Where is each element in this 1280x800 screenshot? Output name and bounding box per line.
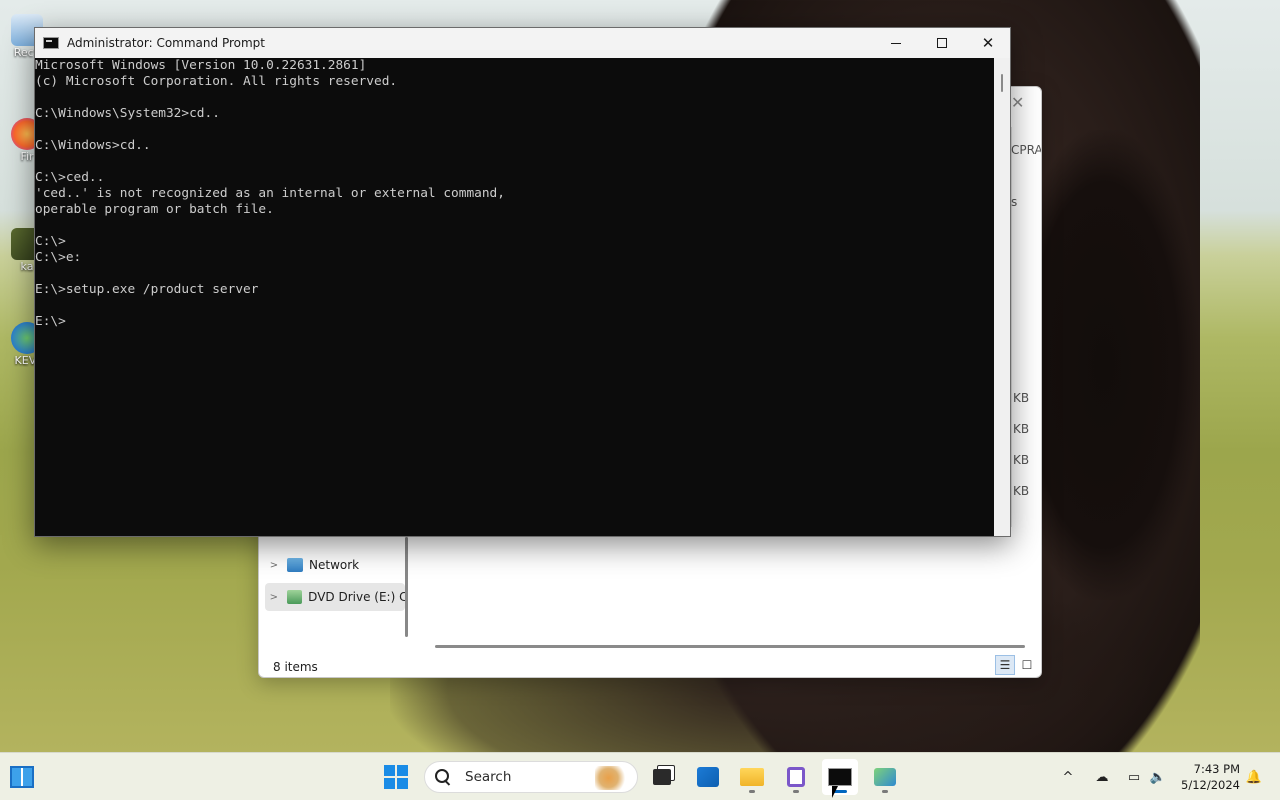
network-icon <box>287 558 303 572</box>
explorer-toolbar-fragment: s <box>1011 195 1018 209</box>
close-icon: ✕ <box>981 34 995 52</box>
explorer-partial-pane <box>1011 127 1041 527</box>
running-indicator <box>793 790 799 793</box>
chevron-up-icon: ^ <box>1062 769 1074 785</box>
chevron-right-icon[interactable]: > <box>265 560 283 571</box>
maximize-button[interactable] <box>919 28 965 58</box>
close-button[interactable]: ✕ <box>965 28 1011 58</box>
console-line: 'ced..' is not recognized as an internal… <box>35 186 505 201</box>
microsoft-store-button[interactable] <box>690 759 726 795</box>
notepad-icon <box>787 767 805 787</box>
file-size-cell: KB <box>1013 391 1030 405</box>
window-title: Administrator: Command Prompt <box>67 36 265 50</box>
horizontal-scrollbar[interactable] <box>435 645 1025 648</box>
details-view-button[interactable]: ☰ <box>995 655 1015 675</box>
console-line: C:\>e: <box>35 250 82 265</box>
volume-button[interactable]: 🔈 <box>1146 753 1170 800</box>
title-bar[interactable]: Administrator: Command Prompt ✕ <box>35 28 1010 58</box>
taskbar: Search ^ ☁ ▭ 🔈 7:43 PM 5/12/2024 🔔 <box>0 752 1280 800</box>
file-explorer-button[interactable] <box>734 759 770 795</box>
console-line: operable program or batch file. <box>35 202 274 217</box>
status-item-count: 8 items <box>273 660 318 674</box>
task-view-icon <box>653 769 671 785</box>
windows-logo-icon <box>384 765 408 789</box>
minimize-button[interactable] <box>873 28 919 58</box>
network-status-button[interactable]: ▭ <box>1122 753 1146 800</box>
search-icon <box>435 769 451 785</box>
running-indicator <box>882 790 888 793</box>
console-line: E:\>setup.exe /product server <box>35 282 259 297</box>
clock-time: 7:43 PM <box>1193 762 1240 776</box>
nav-item-network[interactable]: > Network <box>265 551 399 579</box>
scrollbar-thumb[interactable] <box>1001 74 1003 92</box>
console-line: C:\>ced.. <box>35 170 105 185</box>
search-highlight-icon <box>595 766 629 790</box>
search-placeholder: Search <box>465 769 512 785</box>
notification-bell-icon: 🔔 <box>1245 769 1263 785</box>
console-line: C:\Windows\System32>cd.. <box>35 106 220 121</box>
nav-item-label: DVD Drive (E:) C <box>308 590 406 604</box>
console-output[interactable]: Microsoft Windows [Version 10.0.22631.28… <box>35 58 994 536</box>
system-clock[interactable]: 7:43 PM 5/12/2024 <box>1178 761 1240 793</box>
onedrive-button[interactable]: ☁ <box>1090 753 1114 800</box>
widgets-button[interactable] <box>4 759 40 795</box>
command-prompt-window[interactable]: Administrator: Command Prompt ✕ Microsof… <box>34 27 1011 537</box>
running-indicator <box>749 790 755 793</box>
minimize-icon <box>891 42 901 44</box>
console-line: Microsoft Windows [Version 10.0.22631.28… <box>35 58 367 73</box>
command-prompt-taskbar-button[interactable] <box>822 759 858 795</box>
mouse-cursor-icon <box>832 786 838 798</box>
cloud-offline-icon: ☁ <box>1095 769 1109 785</box>
clock-date: 5/12/2024 <box>1181 778 1240 792</box>
console-line: C:\> <box>35 234 66 249</box>
close-icon[interactable]: ✕ <box>1011 93 1024 112</box>
store-icon <box>697 767 719 787</box>
start-button[interactable] <box>378 759 414 795</box>
network-icon: ▭ <box>1127 769 1141 785</box>
file-size-cell: KB <box>1013 484 1030 498</box>
file-size-cell: KB <box>1013 453 1030 467</box>
nav-item-dvd-drive[interactable]: > DVD Drive (E:) C <box>265 583 405 611</box>
command-prompt-icon <box>828 768 852 786</box>
console-scrollbar[interactable] <box>994 58 1010 536</box>
nav-pane-scrollbar[interactable] <box>405 537 408 637</box>
show-hidden-icons-button[interactable]: ^ <box>1056 753 1080 800</box>
file-size-cell: KB <box>1013 422 1030 436</box>
command-prompt-icon <box>43 37 59 49</box>
setup-icon <box>874 768 896 786</box>
taskbar-search-box[interactable]: Search <box>424 761 638 793</box>
wallpaper-horse-mane <box>1040 130 1200 600</box>
task-view-button[interactable] <box>644 759 680 795</box>
maximize-icon <box>937 38 947 48</box>
folder-icon <box>740 768 764 786</box>
console-line: E:\> <box>35 314 66 329</box>
chevron-right-icon[interactable]: > <box>265 592 283 603</box>
navigation-pane: > Network > DVD Drive (E:) C <box>259 527 409 667</box>
nav-item-label: Network <box>309 558 360 572</box>
notifications-button[interactable]: 🔔 <box>1244 753 1264 800</box>
tiles-view-button[interactable]: ☐ <box>1017 655 1037 675</box>
dvd-drive-icon <box>286 590 303 604</box>
widgets-icon <box>10 766 34 788</box>
explorer-path-fragment: CPRA_ <box>1011 143 1042 157</box>
notepad-button[interactable] <box>778 759 814 795</box>
console-line: C:\Windows>cd.. <box>35 138 151 153</box>
setup-app-button[interactable] <box>867 759 903 795</box>
console-line: (c) Microsoft Corporation. All rights re… <box>35 74 398 89</box>
volume-muted-icon: 🔈 <box>1149 769 1167 785</box>
